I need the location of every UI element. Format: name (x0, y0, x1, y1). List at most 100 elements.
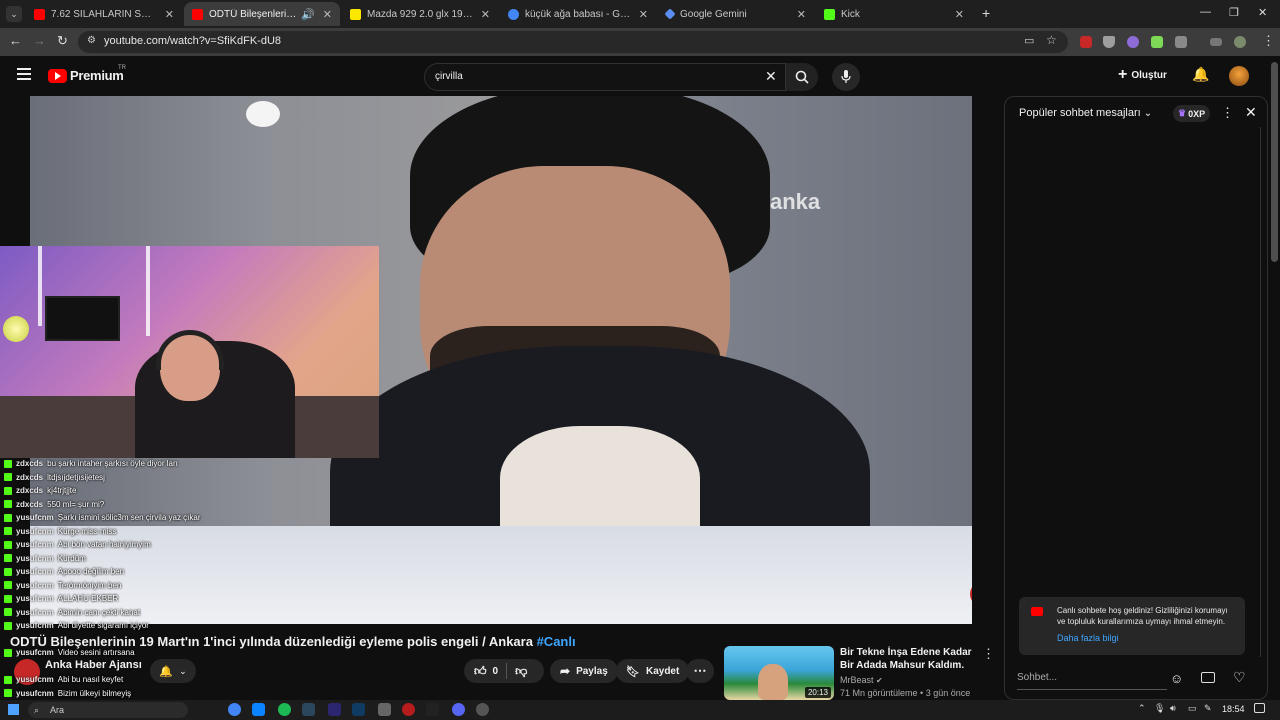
save-button[interactable]: 🔖︎ Kaydet (616, 659, 690, 683)
discord-taskbar-icon[interactable] (452, 703, 465, 716)
more-actions-button[interactable]: ⋯ (686, 659, 714, 683)
pen-tray-icon[interactable]: ✎ (1204, 703, 1212, 714)
browser-tab-active[interactable]: ODTÜ Bileşenlerinin 19 Mar 🔊 ✕ (184, 2, 340, 26)
browser-menu-icon[interactable]: ⋮ (1262, 33, 1275, 49)
microphone-tray-icon[interactable]: 🎙︎ (1154, 703, 1165, 714)
account-avatar[interactable] (1229, 66, 1249, 86)
restore-window-icon[interactable]: ❐ (1229, 6, 1239, 19)
chat-username: yusufcnm (16, 553, 54, 563)
close-tab-icon[interactable]: ✕ (955, 8, 964, 21)
live-hashtag-link[interactable]: #Canlı (537, 634, 576, 649)
close-tab-icon[interactable]: ✕ (797, 8, 806, 21)
search-box[interactable]: çirvilla ✕ (424, 63, 786, 91)
photoshop-taskbar-icon[interactable] (352, 703, 365, 716)
chat-options-icon[interactable]: ⋮ (1221, 105, 1234, 121)
like-button[interactable]: 👍︎ 0 (474, 664, 498, 679)
new-tab-button[interactable]: + (982, 5, 990, 21)
close-tab-icon[interactable]: ✕ (481, 8, 490, 21)
forward-icon[interactable]: → (33, 33, 46, 48)
speaker-icon[interactable]: 🔊 (301, 8, 315, 21)
chat-scrollbar[interactable] (1260, 127, 1264, 657)
dislike-thumbs-down-icon[interactable]: 👎︎ (515, 664, 527, 679)
network-tray-icon[interactable]: ▭ (1188, 703, 1197, 714)
app-taskbar-icon[interactable] (252, 703, 265, 716)
site-info-icon[interactable]: ⚙ (87, 35, 96, 46)
clock[interactable]: 18:54 (1222, 704, 1245, 714)
emoji-icon[interactable]: ☺ (1170, 671, 1183, 686)
cast-icon[interactable]: ▭ (1024, 34, 1034, 47)
clear-search-icon[interactable]: ✕ (765, 68, 777, 85)
app-taskbar-icon[interactable] (378, 703, 391, 716)
bookmark-star-icon[interactable]: ☆ (1046, 33, 1057, 47)
search-button[interactable] (786, 63, 818, 91)
browser-tab[interactable]: Mazda 929 2.0 glx 1991 - Türkiy ✕ (342, 2, 498, 26)
address-bar[interactable]: ⚙ youtube.com/watch?v=SfiKdFK-dU8 ▭ ☆ (78, 31, 1068, 53)
tab-search-button[interactable]: ⌄ (6, 6, 22, 22)
close-window-icon[interactable]: ✕ (1258, 6, 1267, 19)
chrome-taskbar-icon[interactable] (228, 703, 241, 716)
taskbar-search[interactable]: ⌕ Ara (28, 702, 188, 718)
browser-tab[interactable]: küçük ağa babası - Google'da A ✕ (500, 2, 656, 26)
close-chat-icon[interactable]: ✕ (1245, 104, 1257, 121)
chat-line: yusufcnm Kürdüm (4, 552, 384, 566)
reload-icon[interactable]: ↻ (57, 33, 68, 49)
tray-chevron-icon[interactable]: ⌃ (1138, 703, 1146, 714)
steam-taskbar-icon[interactable] (302, 703, 315, 716)
app-taskbar-icon[interactable] (426, 703, 439, 716)
chat-message: 550 ml= şur mi? (47, 499, 105, 509)
settings-taskbar-icon[interactable] (476, 703, 489, 716)
search-input[interactable]: çirvilla (435, 71, 463, 82)
search-icon (795, 70, 809, 84)
create-button[interactable]: + Oluştur (1118, 66, 1167, 84)
premiere-taskbar-icon[interactable] (328, 703, 341, 716)
recommendation-title[interactable]: Bir Tekne İnşa Edene Kadar Bir Adada Mah… (840, 646, 975, 672)
windows-start-icon[interactable] (8, 704, 19, 715)
app-taskbar-icon[interactable] (402, 703, 415, 716)
recommendation-channel[interactable]: MrBeast ✔ (840, 675, 883, 685)
youtube-premium-logo-text[interactable]: Premium (70, 68, 124, 83)
close-tab-icon[interactable]: ✕ (165, 8, 174, 21)
back-icon[interactable]: ← (9, 33, 22, 48)
puzzle-extensions-icon[interactable] (1175, 36, 1187, 48)
profile-avatar-icon[interactable] (1234, 36, 1246, 48)
hamburger-menu-icon[interactable] (17, 68, 31, 80)
share-button[interactable]: ➦ Paylaş (550, 659, 618, 683)
recommendation-thumbnail[interactable]: 20:13 (724, 646, 834, 700)
webcam-monitor (45, 296, 120, 341)
voice-search-mic-icon[interactable] (832, 63, 860, 91)
extension-icon[interactable] (1080, 36, 1092, 48)
browser-tab[interactable]: Kick ✕ (816, 2, 972, 26)
gemini-favicon-icon (664, 8, 676, 20)
youtube-logo-icon[interactable] (48, 69, 67, 83)
page-scrollbar[interactable] (1271, 62, 1278, 262)
kick-badge-icon (4, 473, 12, 482)
notification-center-icon[interactable] (1254, 703, 1265, 713)
youtube-small-icon (1031, 607, 1043, 616)
channel-name[interactable]: Anka Haber Ajansı (45, 659, 142, 671)
browser-tab[interactable]: 7.62 SİLAHLARIN SESİ BİLE ÇAY ✕ (26, 2, 182, 26)
notify-bell-button[interactable]: 🔔 ⌄ (150, 659, 196, 683)
spotify-taskbar-icon[interactable] (278, 703, 291, 716)
browser-tab[interactable]: Google Gemini ✕ (658, 2, 814, 26)
chat-input[interactable]: Sohbet... (1017, 672, 1167, 690)
extension-icon[interactable] (1127, 36, 1139, 48)
xp-badge[interactable]: ♛ 0XP (1173, 105, 1211, 122)
url-text[interactable]: youtube.com/watch?v=SfiKdFK-dU8 (104, 35, 281, 47)
learn-more-link[interactable]: Daha fazla bilgi (1057, 633, 1119, 643)
close-tab-icon[interactable]: ✕ (639, 8, 648, 21)
shield-extension-icon[interactable] (1103, 36, 1115, 48)
chat-username: yusufcnm (16, 513, 54, 523)
webcam-light-strip (38, 246, 42, 326)
recommendation-menu-icon[interactable]: ⋮ (982, 646, 995, 662)
heart-icon[interactable]: ♡ (1233, 669, 1246, 686)
chat-message: bu şarkı intaher şarkısı öyle diyor ları (47, 459, 178, 469)
extension-icon[interactable] (1151, 36, 1163, 48)
reading-list-icon[interactable] (1210, 38, 1222, 46)
super-chat-icon[interactable] (1201, 672, 1215, 683)
minimize-window-icon[interactable]: — (1200, 6, 1211, 18)
speaker-tray-icon[interactable]: 🔊︎ (1170, 703, 1176, 714)
close-tab-icon[interactable]: ✕ (323, 8, 332, 21)
chat-username: yusufcnm (16, 526, 54, 536)
chat-mode-dropdown[interactable]: Popüler sohbet mesajları ⌄ (1019, 107, 1152, 119)
notifications-bell-icon[interactable]: 🔔 (1192, 66, 1209, 83)
